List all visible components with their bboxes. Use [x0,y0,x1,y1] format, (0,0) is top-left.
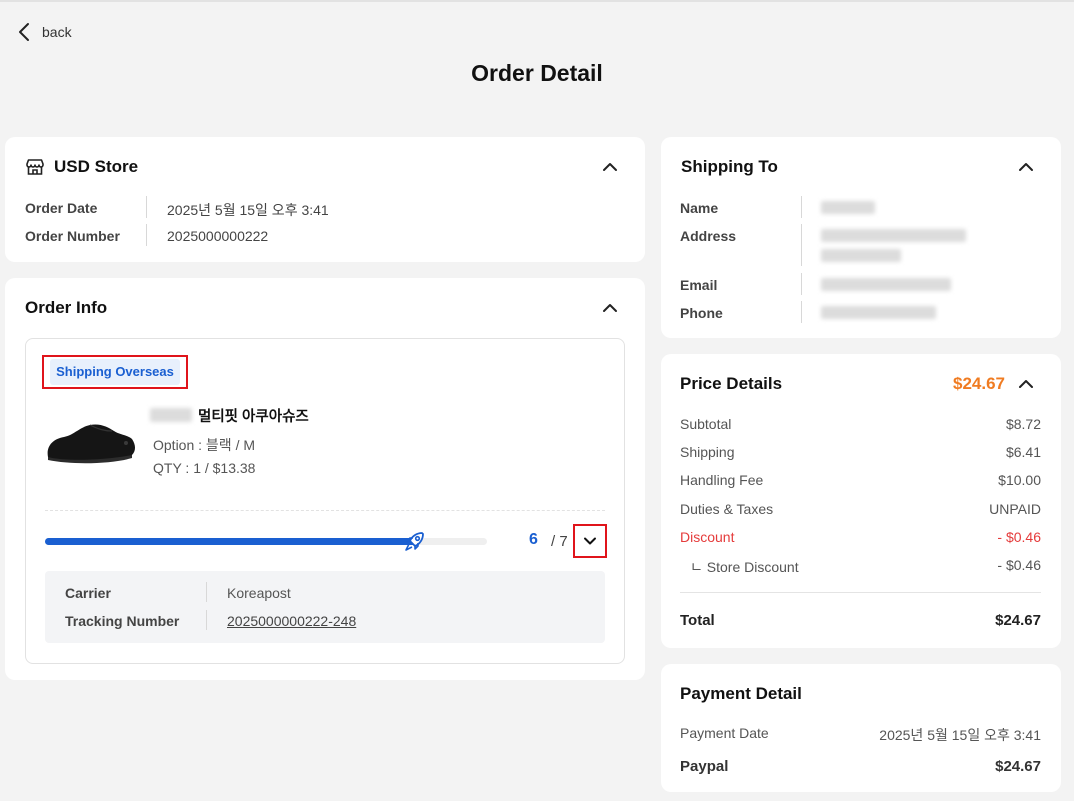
shipping-fee-value: $6.41 [1005,444,1041,460]
discount-value: - $0.46 [997,529,1041,545]
name-label: Name [680,200,719,216]
discount-label: Discount [680,529,735,545]
badge-label: Shipping Overseas [56,364,174,379]
product-name: 멀티핏 아쿠아슈즈 [198,409,309,425]
order-info-title: Order Info [25,298,108,317]
divider [801,301,802,323]
name-value-blurred [821,201,875,214]
payment-amount-value: $24.67 [995,758,1041,775]
divider [146,224,147,246]
payment-date-label: Payment Date [680,725,769,741]
rocket-icon [405,532,424,551]
divider [801,273,802,295]
store-title: USD Store [54,157,139,176]
total-value: $24.67 [995,612,1041,629]
duties-label: Duties & Taxes [680,501,774,517]
tracking-number-label: Tracking Number [65,613,180,629]
divider [146,196,147,218]
address-label: Address [680,228,737,244]
divider [206,582,207,602]
order-number-value: 2025000000222 [167,228,269,244]
store-discount-value: - $0.46 [997,557,1041,573]
product-option: Option : 블랙 / M [153,437,256,453]
shipping-to-title: Shipping To [681,157,778,176]
payment-detail-title: Payment Detail [680,684,802,703]
payment-method-label: Paypal [680,758,729,775]
store-icon [26,159,44,175]
duties-value: UNPAID [989,501,1041,517]
tracking-panel: Carrier Koreapost Tracking Number 202500… [45,571,605,643]
tracking-number-link[interactable]: 2025000000222-248 [227,613,356,629]
payment-detail-card: Payment Detail Payment Date 2025년 5월 15일… [661,664,1061,792]
chevron-up-icon[interactable] [601,158,619,176]
chevron-up-icon[interactable] [1017,375,1035,393]
order-item-box: Shipping Overseas 멀티핏 아쿠아슈즈 Option : 블랙 … [25,338,625,664]
carrier-value: Koreapost [227,585,291,601]
progress-total: / 7 [551,533,568,550]
address-value-blurred [821,229,966,242]
shipping-fee-label: Shipping [680,444,735,460]
chevron-left-icon [19,23,29,41]
address-value-blurred-line2 [821,249,901,262]
total-label: Total [680,612,715,629]
progress-current: 6 [529,531,538,548]
back-label: back [42,24,72,40]
email-label: Email [680,277,718,293]
store-card: USD Store Order Date 2025년 5월 15일 오후 3:4… [5,137,645,262]
order-number-label: Order Number [25,228,120,244]
product-image [47,424,135,464]
store-discount-label: ㄴ Store Discount [690,559,799,575]
order-date-value: 2025년 5월 15일 오후 3:41 [167,202,329,218]
phone-value-blurred [821,306,936,319]
divider [680,592,1041,593]
price-details-title: Price Details [680,374,783,393]
top-divider [0,0,1074,2]
email-value-blurred [821,278,951,291]
back-button[interactable]: back [18,22,72,42]
handling-fee-value: $10.00 [998,472,1041,488]
divider [206,610,207,630]
divider [801,196,802,218]
divider [801,224,802,266]
shipping-to-card: Shipping To Name Address Email Phone [661,137,1061,338]
carrier-label: Carrier [65,585,111,601]
shipping-overseas-badge: Shipping Overseas [42,355,188,389]
price-details-card: Price Details $24.67 Subtotal $8.72 Ship… [661,354,1061,648]
payment-date-value: 2025년 5월 15일 오후 3:41 [879,727,1041,743]
price-total-header: $24.67 [953,374,1005,393]
expand-tracking-button[interactable] [573,524,607,558]
product-qty: QTY : 1 / $13.38 [153,460,256,476]
shipping-progress-fill [45,538,416,545]
chevron-down-icon [584,537,596,545]
subtotal-value: $8.72 [1005,416,1041,432]
order-date-label: Order Date [25,200,98,216]
brand-name-blurred [150,408,192,422]
subtotal-label: Subtotal [680,416,732,432]
chevron-up-icon[interactable] [601,299,619,317]
page-title: Order Detail [471,60,603,86]
handling-fee-label: Handling Fee [680,472,764,488]
order-info-card: Order Info Shipping Overseas 멀티핏 아쿠아슈즈 O… [5,278,645,680]
phone-label: Phone [680,305,723,321]
divider [45,510,605,511]
chevron-up-icon[interactable] [1017,158,1035,176]
